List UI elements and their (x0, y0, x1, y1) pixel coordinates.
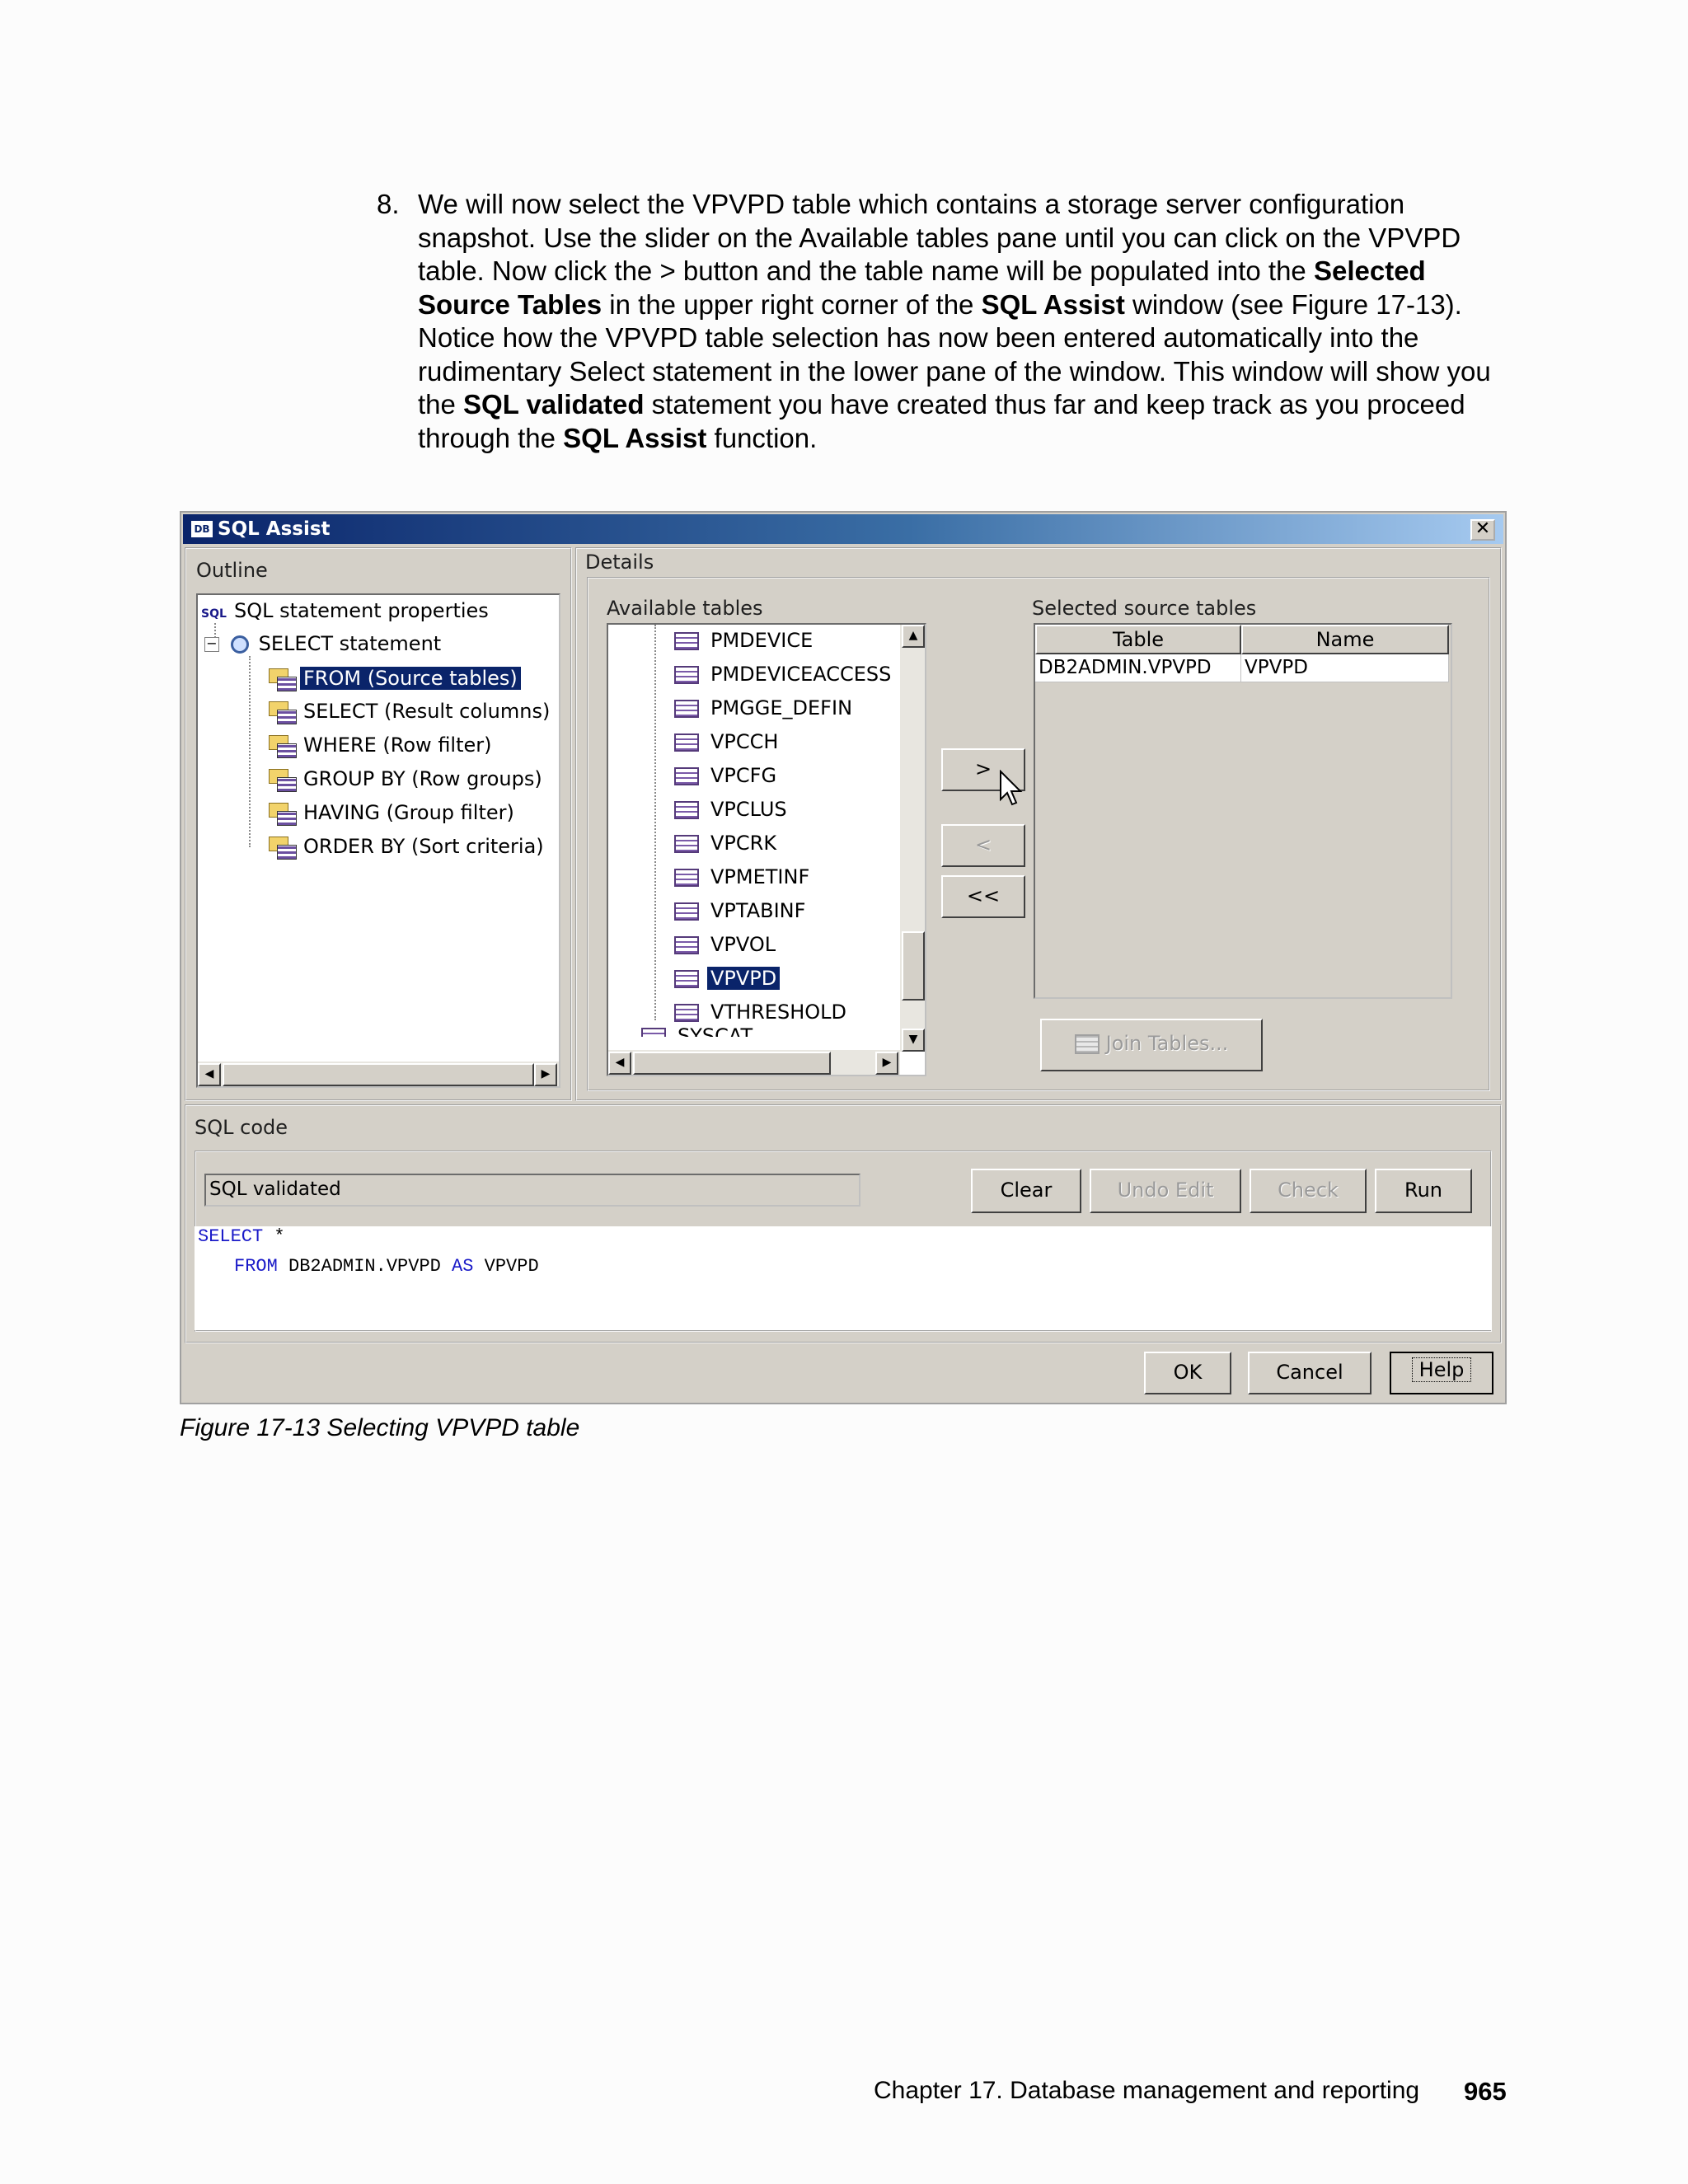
details-label: Details (585, 551, 654, 574)
available-hscrollbar[interactable]: ◀ ▶ (608, 1050, 900, 1075)
clear-button[interactable]: Clear (971, 1169, 1081, 1213)
scroll-left-icon[interactable]: ◀ (608, 1052, 631, 1075)
check-button[interactable]: Check (1250, 1169, 1367, 1213)
tree-node-sql-properties[interactable]: SQL SQL statement properties (201, 595, 492, 626)
sql-line-select: SELECT * (198, 1226, 285, 1247)
available-item[interactable]: VPCRK (674, 827, 780, 859)
available-vscrollbar[interactable]: ▲ ▼ (900, 625, 925, 1052)
available-tables-tree[interactable]: PMDEVICE PMDEVICEACCESS PMGGE_DEFIN VPCC… (607, 623, 926, 1076)
available-item[interactable]: VPCFG (674, 760, 780, 791)
tree-node-from[interactable]: FROM (Source tables) (269, 663, 522, 694)
tree-node-select[interactable]: SELECT (Result columns) (269, 696, 553, 727)
available-item[interactable]: VPCLUS (674, 794, 790, 825)
order-by-folder-icon (269, 835, 297, 860)
sql-icon: SQL (201, 607, 227, 621)
sql-assist-window: DB SQL Assist ✕ Outline SQL SQL statement… (180, 511, 1507, 1404)
tree-node-select-statement[interactable]: − SELECT statement (204, 628, 444, 659)
tree-node-order-by[interactable]: ORDER BY (Sort criteria) (269, 831, 547, 862)
available-item[interactable]: VPCCH (674, 726, 781, 757)
cell-table[interactable]: DB2ADMIN.VPVPD (1035, 654, 1241, 682)
close-icon[interactable]: ✕ (1470, 519, 1495, 541)
sql-line-from: FROM DB2ADMIN.VPVPD AS VPVPD (234, 1256, 539, 1277)
available-hscroll-thumb[interactable] (633, 1052, 831, 1075)
mouse-pointer-icon (1000, 770, 1023, 806)
available-item[interactable]: VPMETINF (674, 861, 813, 893)
table-icon (674, 700, 699, 718)
outline-tree[interactable]: SQL SQL statement properties − SELECT sta… (196, 593, 560, 1088)
available-tables-label: Available tables (607, 597, 763, 620)
remove-all-tables-button[interactable]: << (941, 875, 1025, 918)
table-icon (674, 767, 699, 785)
figure-caption: Figure 17-13 Selecting VPVPD table (180, 1414, 580, 1441)
outline-label: Outline (196, 559, 268, 582)
column-header-table[interactable]: Table (1035, 625, 1241, 654)
tree-node-having[interactable]: HAVING (Group filter) (269, 797, 518, 828)
page-number: 965 (1464, 2077, 1507, 2106)
column-header-name[interactable]: Name (1241, 625, 1449, 654)
from-folder-icon (269, 667, 297, 691)
table-icon (674, 902, 699, 921)
collapse-icon[interactable]: − (204, 637, 219, 652)
scroll-right-icon[interactable]: ▶ (875, 1052, 898, 1075)
undo-edit-button[interactable]: Undo Edit (1090, 1169, 1241, 1213)
sql-status-field: SQL validated (204, 1174, 860, 1207)
table-icon (674, 632, 699, 650)
available-item[interactable]: PMDEVICEACCESS (674, 658, 894, 690)
table-icon (674, 1004, 699, 1022)
tree-node-group-by[interactable]: GROUP BY (Row groups) (269, 763, 546, 794)
title-bar[interactable]: DB SQL Assist ✕ (183, 514, 1503, 544)
available-item[interactable]: PMDEVICE (674, 625, 816, 656)
scroll-right-icon[interactable]: ▶ (534, 1063, 557, 1086)
selected-tables-grid[interactable]: Table Name DB2ADMIN.VPVPD VPVPD (1034, 623, 1452, 999)
cell-name[interactable]: VPVPD (1241, 654, 1449, 682)
group-by-folder-icon (269, 767, 297, 792)
available-item-partial[interactable]: SYSCAT (641, 1022, 756, 1037)
scroll-down-icon[interactable]: ▼ (902, 1029, 925, 1052)
table-icon (674, 666, 699, 684)
available-vscroll-thumb[interactable] (902, 931, 925, 1001)
step-number: 8. (377, 189, 400, 219)
available-item-selected[interactable]: VPVPD (674, 963, 781, 994)
having-folder-icon (269, 801, 297, 826)
select-folder-icon (269, 700, 297, 724)
scroll-left-icon[interactable]: ◀ (198, 1063, 221, 1086)
sql-code-label: SQL code (195, 1116, 288, 1139)
tree-node-where[interactable]: WHERE (Row filter) (269, 729, 495, 761)
tree-line (249, 656, 251, 847)
footer-chapter: Chapter 17. Database management and repo… (874, 2077, 1420, 2104)
table-icon (674, 733, 699, 752)
ok-button[interactable]: OK (1144, 1352, 1231, 1394)
table-icon (674, 801, 699, 819)
scroll-up-icon[interactable]: ▲ (902, 625, 925, 648)
available-item[interactable]: VPVOL (674, 929, 779, 960)
outline-hscroll-thumb[interactable] (223, 1063, 534, 1086)
cancel-button[interactable]: Cancel (1248, 1352, 1372, 1394)
step-text: We will now select the VPVPD table which… (418, 189, 1491, 453)
magnifier-icon (230, 635, 249, 654)
join-tables-button[interactable]: Join Tables... (1040, 1019, 1263, 1071)
sql-editor[interactable]: SELECT * FROM DB2ADMIN.VPVPD AS VPVPD (195, 1226, 1492, 1330)
table-icon (674, 869, 699, 887)
available-item[interactable]: VPTABINF (674, 895, 809, 926)
outline-hscrollbar[interactable]: ◀ ▶ (198, 1062, 559, 1086)
help-button[interactable]: Help (1390, 1352, 1493, 1394)
available-item[interactable]: PMGGE_DEFIN (674, 692, 856, 724)
table-icon (674, 970, 699, 988)
selected-tables-label: Selected source tables (1032, 597, 1257, 620)
remove-table-button[interactable]: < (941, 824, 1025, 867)
run-button[interactable]: Run (1375, 1169, 1472, 1213)
table-icon (674, 835, 699, 853)
tree-line (654, 625, 656, 1020)
app-icon: DB (191, 521, 213, 537)
table-icon (674, 936, 699, 954)
where-folder-icon (269, 733, 297, 758)
instruction-paragraph: 8. We will now select the VPVPD table wh… (377, 188, 1522, 455)
join-icon (1074, 1034, 1100, 1054)
window-title: SQL Assist (218, 518, 331, 540)
table-icon (641, 1028, 666, 1037)
